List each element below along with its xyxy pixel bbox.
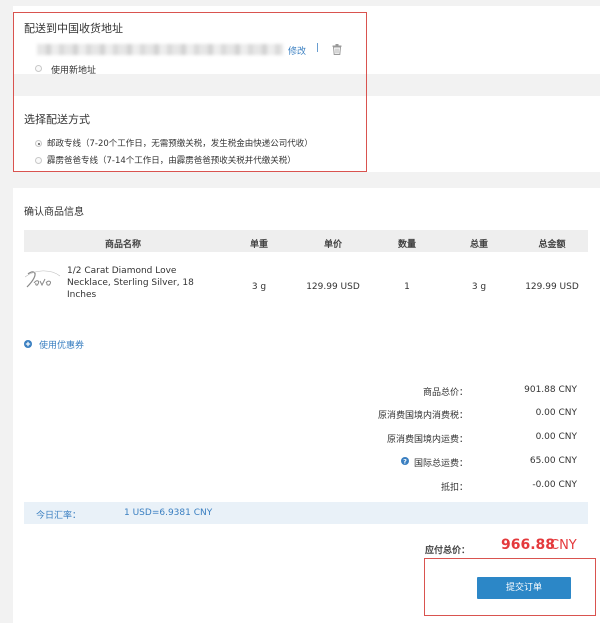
plus-circle-icon[interactable] (24, 340, 32, 348)
product-name-line3[interactable]: Inches (67, 290, 96, 300)
col-header-unit-weight: 单重 (249, 240, 268, 250)
intl-shipping-value: 65.00 CNY (529, 456, 577, 466)
payable-currency: CNY (550, 538, 577, 553)
svg-text:?: ? (403, 457, 407, 465)
highlight-box-address (13, 12, 367, 172)
cell-quantity: 1 (404, 282, 410, 292)
product-thumbnail[interactable] (25, 268, 61, 292)
products-title: 确认商品信息 (24, 207, 84, 218)
payable-label: 应付总价： (425, 546, 471, 556)
col-header-name: 商品名称 (104, 240, 141, 250)
domestic-shipping-value: 0.00 CNY (535, 432, 577, 442)
product-name-line2[interactable]: Necklace, Sterling Silver, 18 (67, 278, 194, 288)
deduction-label: 抵扣： (440, 483, 468, 493)
deduction-value: -0.00 CNY (532, 480, 577, 490)
use-coupon-link[interactable]: 使用优惠券 (39, 338, 84, 351)
cell-total-weight: 3 g (471, 282, 487, 292)
payable-amount: 966.88 (501, 537, 556, 553)
info-icon[interactable]: ? (401, 457, 409, 465)
cell-unit-price: 129.99 USD (306, 282, 360, 292)
col-header-unit-price: 单价 (323, 240, 342, 250)
exchange-rate-value: 1 USD=6.9381 CNY (124, 508, 213, 518)
col-header-total-weight: 总重 (469, 240, 488, 250)
goods-total-value: 901.88 CNY (524, 385, 577, 395)
product-name-line1[interactable]: 1/2 Carat Diamond Love (67, 266, 176, 276)
cell-total-amount: 129.99 USD (525, 282, 579, 292)
highlight-box-submit (424, 558, 596, 616)
goods-total-label: 商品总价： (422, 388, 468, 398)
domestic-shipping-label: 原消费国境内运费： (386, 435, 468, 445)
col-header-quantity: 数量 (397, 240, 416, 250)
exchange-rate-bar (24, 502, 588, 524)
consumption-tax-label: 原消费国境内消费税： (377, 411, 468, 421)
exchange-rate-label: 今日汇率： (36, 511, 82, 521)
cell-unit-weight: 3 g (251, 282, 267, 292)
consumption-tax-value: 0.00 CNY (535, 408, 577, 418)
intl-shipping-label: 国际总运费： (413, 459, 468, 469)
col-header-total-amount: 总金额 (538, 240, 566, 250)
